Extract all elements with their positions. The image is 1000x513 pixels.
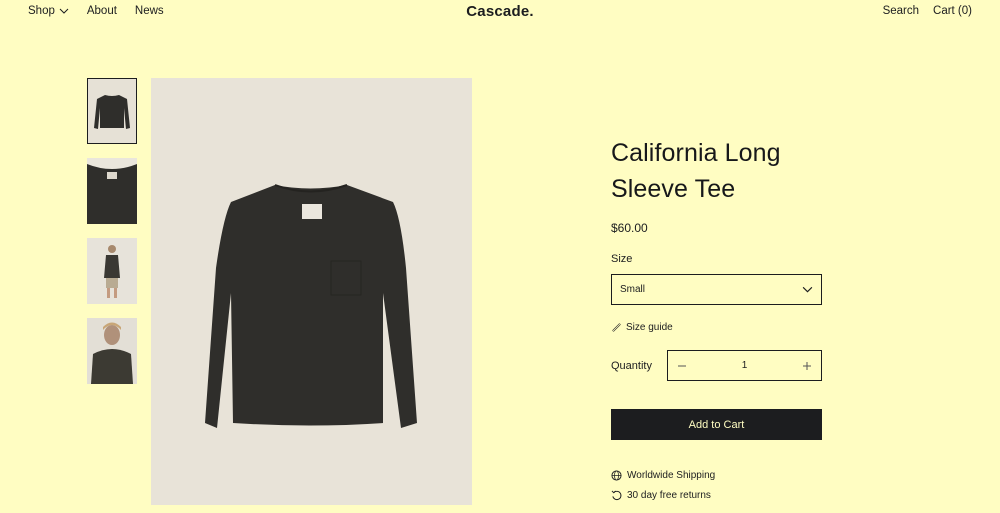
feature-shipping-label: Worldwide Shipping [627, 470, 716, 481]
feature-returns: 30 day free returns [611, 490, 823, 501]
site-header: Shop About News Cascade. Search Cart (0) [0, 0, 1000, 24]
return-arrow-icon [611, 490, 622, 501]
site-logo[interactable]: Cascade. [0, 3, 1000, 20]
minus-icon [678, 365, 686, 366]
cart-link[interactable]: Cart (0) [933, 5, 972, 17]
model-image [104, 245, 120, 298]
add-to-cart-button[interactable]: Add to Cart [611, 409, 822, 440]
quantity-value[interactable]: 1 [742, 360, 748, 371]
thumbnail-model-full[interactable] [87, 238, 137, 304]
product-info: California Long Sleeve Tee $60.00 Size S… [611, 135, 823, 501]
quantity-label: Quantity [611, 359, 652, 372]
globe-icon [611, 470, 622, 481]
size-label: Size [611, 253, 633, 265]
size-select-value: Small [620, 284, 646, 295]
product-title-line2: Sleeve Tee [611, 175, 736, 203]
size-guide-label: Size guide [626, 322, 673, 333]
size-select[interactable]: Small [611, 274, 822, 305]
main-product-image[interactable] [151, 78, 472, 505]
thumbnail-model-closeup[interactable] [87, 318, 137, 384]
shirt-image [94, 95, 130, 129]
plus-icon [803, 361, 811, 370]
long-sleeve-tee-image [205, 184, 417, 428]
thumbnail-collar-detail[interactable] [87, 158, 137, 224]
product-price: $60.00 [611, 221, 648, 235]
ruler-icon [612, 323, 621, 332]
thumbnail-list [87, 78, 137, 398]
product-title-line1: California Long [611, 139, 781, 167]
model-closeup-image [91, 322, 133, 384]
quantity-row: Quantity 1 [611, 350, 823, 381]
chevron-down-icon [802, 286, 813, 293]
product-title: California Long Sleeve Tee [611, 135, 823, 207]
quantity-stepper: 1 [667, 350, 822, 381]
feature-shipping: Worldwide Shipping [611, 470, 823, 481]
size-guide-link[interactable]: Size guide [611, 322, 823, 333]
search-link[interactable]: Search [883, 5, 919, 17]
decrease-quantity-button[interactable] [676, 360, 688, 372]
utility-nav: Search Cart (0) [883, 5, 972, 17]
thumbnail-front-flat[interactable] [87, 78, 137, 144]
increase-quantity-button[interactable] [801, 360, 813, 372]
feature-returns-label: 30 day free returns [627, 490, 711, 501]
collar-image [87, 164, 137, 224]
